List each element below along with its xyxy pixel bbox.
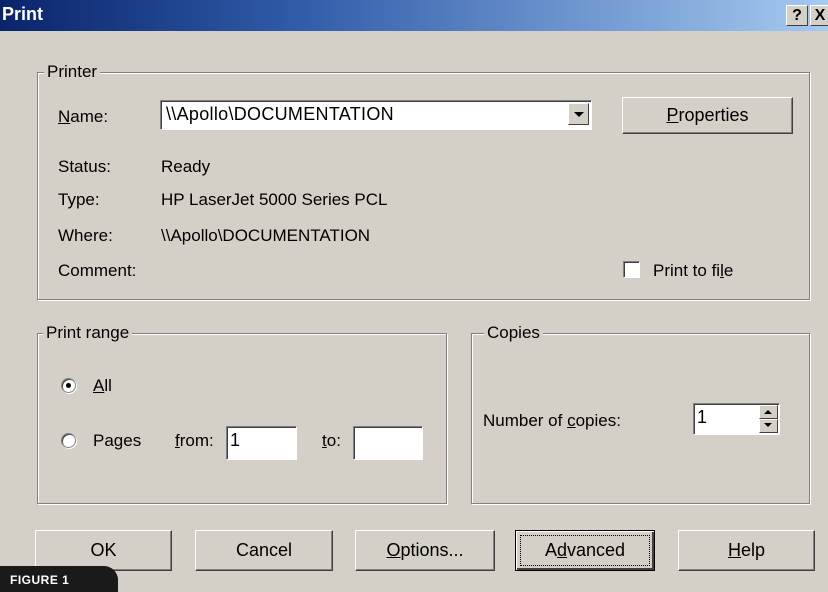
all-radio-label[interactable]: All <box>93 375 112 397</box>
spin-down-button[interactable] <box>759 419 778 433</box>
name-label-rest: ame: <box>70 107 109 126</box>
where-label: Where: <box>58 226 113 245</box>
properties-button-label: Properties <box>666 105 749 125</box>
ok-button[interactable]: OK <box>35 530 172 571</box>
where-value: \\Apollo\DOCUMENTATION <box>161 226 371 245</box>
number-of-copies-label: Number of copies: <box>483 411 621 430</box>
pages-radio-label[interactable]: Pages <box>93 430 141 452</box>
all-radio[interactable] <box>61 378 76 393</box>
dropdown-button[interactable] <box>568 103 589 125</box>
ok-button-label: OK <box>90 540 117 560</box>
printer-name-value: \\Apollo\DOCUMENTATION <box>166 104 394 124</box>
printer-group-label: Printer <box>44 62 101 82</box>
cancel-button[interactable]: Cancel <box>195 530 333 571</box>
radio-selected-dot <box>66 383 71 388</box>
from-label: from: <box>175 431 214 450</box>
chevron-down-icon <box>574 112 584 117</box>
properties-button[interactable]: Properties <box>622 97 793 134</box>
figure-caption: FIGURE 1 <box>0 566 118 592</box>
chevron-down-icon <box>764 423 772 427</box>
chevron-up-icon <box>764 410 772 414</box>
from-input[interactable]: 1 <box>226 426 297 460</box>
status-value: Ready <box>161 157 211 176</box>
help-title-button[interactable]: ? <box>786 5 808 26</box>
copies-spinbox[interactable]: 1 <box>693 403 780 435</box>
focus-ring <box>520 535 650 566</box>
spin-up-button[interactable] <box>759 405 778 419</box>
help-button-label: Help <box>727 540 766 560</box>
print-dialog: Print ? X Printer Name: \\Apollo\DOCUMEN… <box>0 0 828 592</box>
type-value: HP LaserJet 5000 Series PCL <box>161 190 388 209</box>
to-label: to: <box>322 431 341 450</box>
help-button[interactable]: Help <box>678 530 815 571</box>
from-value: 1 <box>230 430 241 450</box>
pages-radio[interactable] <box>61 433 76 448</box>
window-title: Print <box>2 4 44 24</box>
close-button[interactable]: X <box>810 5 828 26</box>
options-button-label: Options... <box>386 540 464 560</box>
print-range-group: Print range <box>37 323 447 504</box>
options-button[interactable]: Options... <box>355 530 495 571</box>
title-bar[interactable]: Print ? X <box>0 0 828 31</box>
print-to-file-label[interactable]: Print to file <box>653 260 733 282</box>
comment-label: Comment: <box>58 261 137 280</box>
print-to-file-checkbox[interactable] <box>623 261 640 278</box>
name-label: Name: <box>58 107 109 126</box>
type-label: Type: <box>58 190 100 209</box>
advanced-button[interactable]: Advanced <box>515 530 655 571</box>
copies-value: 1 <box>697 407 708 427</box>
status-label: Status: <box>58 157 111 176</box>
cancel-button-label: Cancel <box>235 540 293 560</box>
print-range-group-label: Print range <box>43 323 133 343</box>
copies-group-label: Copies <box>484 323 543 343</box>
to-input[interactable] <box>353 426 423 460</box>
printer-name-combobox[interactable]: \\Apollo\DOCUMENTATION <box>160 100 592 130</box>
